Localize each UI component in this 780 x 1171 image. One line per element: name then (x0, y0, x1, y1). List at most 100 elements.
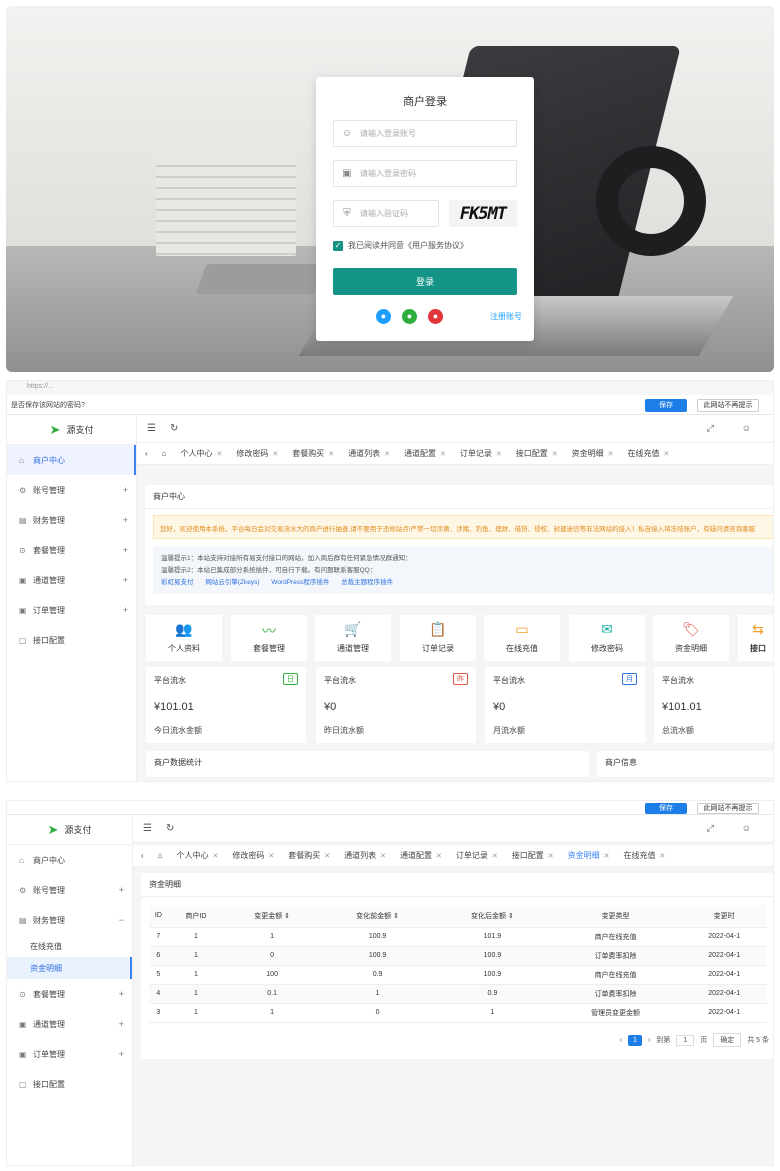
close-icon[interactable]: ✕ (384, 450, 390, 458)
quick-orders[interactable]: 📋 订单记录 (400, 615, 476, 661)
tab-channel-list[interactable]: 通道列表 ✕ (348, 448, 390, 459)
nav-api[interactable]: ▢ 接口配置 (7, 625, 136, 655)
tab-buy-package[interactable]: 套餐购买 ✕ (288, 850, 330, 861)
nav-api[interactable]: ▢ 接口配置 (7, 1069, 132, 1099)
col-merchant-id[interactable]: 商户ID (167, 905, 225, 928)
nav-merchant-center[interactable]: ⌂ 商户中心 (7, 445, 136, 475)
plugin-link[interactable]: 彩虹易支付 (161, 579, 194, 586)
agreement-checkbox[interactable]: ✓ 我已阅读并同意《用户服务协议》 (333, 240, 468, 251)
close-icon[interactable]: ✕ (213, 852, 219, 860)
close-icon[interactable]: ✕ (496, 450, 502, 458)
tab-change-password[interactable]: 修改密码 ✕ (236, 448, 278, 459)
col-after-amount[interactable]: 变化后金额 ⇕ (435, 905, 550, 928)
quick-api[interactable]: ⇆ 接口 (738, 615, 773, 661)
nav-account[interactable]: ⚙ 账号管理 + (7, 475, 136, 505)
close-icon[interactable]: ✕ (604, 852, 610, 860)
nav-finance[interactable]: ▤ 财务管理 − (7, 905, 132, 935)
close-icon[interactable]: ✕ (660, 852, 666, 860)
tab-change-password[interactable]: 修改密码 ✕ (232, 850, 274, 861)
brand-logo[interactable]: ➤ 源支付 (7, 815, 132, 845)
url-bar[interactable]: https://... (27, 383, 54, 390)
quick-profile[interactable]: 👥 个人资料 (146, 615, 222, 661)
account-field[interactable]: ☺ 请输入登录账号 (333, 120, 517, 147)
quick-funds[interactable]: 🏷 资金明细 (653, 615, 729, 661)
refresh-icon[interactable]: ↻ (170, 423, 178, 434)
prev-page-icon[interactable]: ‹ (620, 1037, 622, 1044)
col-id[interactable]: ID (149, 905, 168, 928)
never-save-button[interactable]: 此网站不再提示 (697, 399, 759, 412)
table-row[interactable]: 7 1 1 100.9 101.9 商户在线充值 2022-04-1 (149, 927, 767, 947)
menu-toggle-icon[interactable]: ☰ (143, 823, 152, 834)
close-icon[interactable]: ✕ (324, 852, 330, 860)
weibo-icon[interactable]: ● (428, 309, 443, 324)
nav-finance[interactable]: ▤ 财务管理 + (7, 505, 136, 535)
captcha-field[interactable]: ⛨ 请输入验证码 (333, 200, 439, 227)
brand-logo[interactable]: ➤ 源支付 (7, 415, 136, 445)
col-before-amount[interactable]: 变化前金额 ⇕ (320, 905, 435, 928)
nav-sub-funds[interactable]: 资金明细 (7, 957, 132, 979)
tab-scroll-left-icon[interactable]: ‹ (145, 449, 148, 458)
nav-channel[interactable]: ▣ 通道管理 + (7, 1009, 132, 1039)
fullscreen-icon[interactable]: ⤢ (707, 423, 714, 434)
nav-merchant-center[interactable]: ⌂ 商户中心 (7, 845, 132, 875)
register-link[interactable]: 注册账号 (490, 311, 522, 322)
close-icon[interactable]: ✕ (217, 450, 223, 458)
tab-personal-center[interactable]: 个人中心 ✕ (181, 448, 223, 459)
nav-package[interactable]: ⊙ 套餐管理 + (7, 979, 132, 1009)
tab-funds[interactable]: 资金明细 ✕ (572, 448, 614, 459)
col-change-type[interactable]: 变更类型 (549, 905, 682, 928)
password-field[interactable]: ▣ 请输入登录密码 (333, 160, 517, 187)
table-row[interactable]: 4 1 0.1 1 0.9 订单费率扣除 2022-04-1 (149, 984, 767, 1004)
table-row[interactable]: 5 1 100 0.9 100.9 商户在线充值 2022-04-1 (149, 965, 767, 985)
nav-package[interactable]: ⊙ 套餐管理 + (7, 535, 136, 565)
qq-icon[interactable]: ● (376, 309, 391, 324)
tab-funds[interactable]: 资金明细 ✕ (568, 850, 610, 861)
avatar[interactable]: ☺ (742, 823, 751, 834)
close-icon[interactable]: ✕ (440, 450, 446, 458)
confirm-button[interactable]: 确定 (713, 1033, 742, 1047)
login-button[interactable]: 登录 (333, 268, 517, 295)
page-input[interactable]: 1 (676, 1034, 695, 1046)
tab-recharge[interactable]: 在线充值 ✕ (624, 850, 666, 861)
tab-home-icon[interactable]: ⌂ (162, 449, 167, 458)
tab-recharge[interactable]: 在线充值 ✕ (628, 448, 670, 459)
nav-channel[interactable]: ▣ 通道管理 + (7, 565, 136, 595)
close-icon[interactable]: ✕ (608, 450, 614, 458)
nav-account[interactable]: ⚙ 账号管理 + (7, 875, 132, 905)
tab-order-record[interactable]: 订单记录 ✕ (460, 448, 502, 459)
menu-toggle-icon[interactable]: ☰ (147, 423, 156, 434)
close-icon[interactable]: ✕ (328, 450, 334, 458)
next-page-icon[interactable]: › (648, 1037, 650, 1044)
nav-order[interactable]: ▣ 订单管理 + (7, 1039, 132, 1069)
tab-buy-package[interactable]: 套餐购买 ✕ (292, 448, 334, 459)
close-icon[interactable]: ✕ (664, 450, 670, 458)
tab-channel-config[interactable]: 通道配置 ✕ (400, 850, 442, 861)
quick-package[interactable]: 〰套餐管理 (231, 615, 307, 661)
tab-home-icon[interactable]: ⌂ (158, 851, 163, 860)
wechat-icon[interactable]: ● (402, 309, 417, 324)
close-icon[interactable]: ✕ (272, 450, 278, 458)
close-icon[interactable]: ✕ (552, 450, 558, 458)
close-icon[interactable]: ✕ (548, 852, 554, 860)
close-icon[interactable]: ✕ (436, 852, 442, 860)
save-password-button[interactable]: 保存 (645, 803, 687, 814)
refresh-icon[interactable]: ↻ (166, 823, 174, 834)
plugin-link[interactable]: 网站云引擎(Zkeys) (205, 579, 259, 586)
tab-scroll-left-icon[interactable]: ‹ (141, 851, 144, 860)
nav-order[interactable]: ▣ 订单管理 + (7, 595, 136, 625)
plugin-link[interactable]: 总裁主题程序插件 (341, 579, 393, 586)
tab-channel-list[interactable]: 通道列表 ✕ (344, 850, 386, 861)
plugin-link[interactable]: WordPress程序插件 (271, 579, 329, 586)
save-password-button[interactable]: 保存 (645, 399, 687, 412)
tab-api-config[interactable]: 接口配置 ✕ (516, 448, 558, 459)
tab-order-record[interactable]: 订单记录 ✕ (456, 850, 498, 861)
quick-recharge[interactable]: ▭ 在线充值 (484, 615, 560, 661)
col-change-time[interactable]: 变更时 (681, 905, 767, 928)
quick-channel[interactable]: 🛒 通道管理 (315, 615, 391, 661)
never-save-button[interactable]: 此网站不再提示 (697, 803, 759, 814)
page-current[interactable]: 1 (628, 1034, 642, 1046)
avatar[interactable]: ☺ (742, 423, 751, 434)
table-row[interactable]: 3 1 1 0 1 管理员变更金额 2022-04-1 (149, 1003, 767, 1023)
close-icon[interactable]: ✕ (268, 852, 274, 860)
tab-personal-center[interactable]: 个人中心 ✕ (177, 850, 219, 861)
